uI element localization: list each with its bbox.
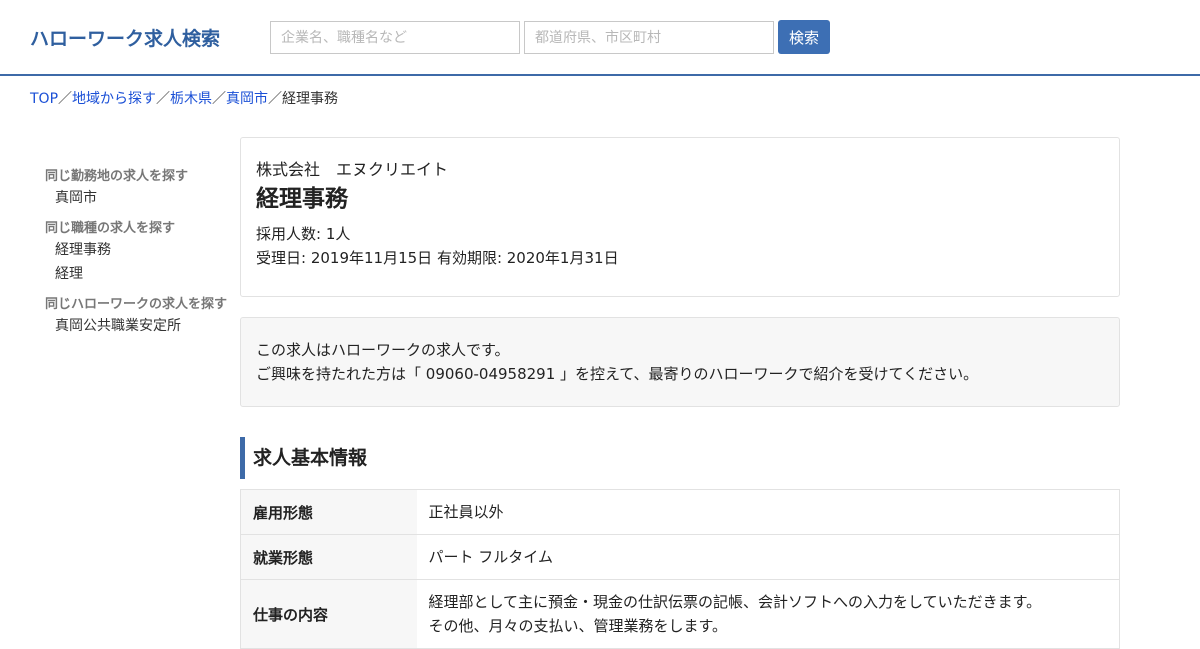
breadcrumb-link-region[interactable]: 地域から探す — [72, 91, 156, 107]
hires-count: 採用人数: 1人 — [256, 225, 351, 243]
table-row-value: パート フルタイム — [416, 534, 1120, 580]
job-description-line: 経理部として主に預金・現金の仕訳伝票の記帳、会計ソフトへの入力をしていただきます… — [428, 593, 1042, 611]
site-logo[interactable]: ハローワーク求人検索 — [30, 24, 220, 51]
sidebar-link-occupation[interactable]: 経理 — [45, 262, 235, 286]
hellowork-notice: この求人はハローワークの求人です。 ご興味を持たれた方は「 09060-0495… — [240, 317, 1120, 407]
breadcrumb: TOP／地域から探す／栃木県／真岡市／経理事務 — [30, 88, 338, 108]
breadcrumb-separator: ／ — [268, 91, 283, 107]
site-header: ハローワーク求人検索 検索 — [0, 0, 1200, 76]
basic-info-table: 雇用形態 正社員以外 就業形態 パート フルタイム 仕事の内容 経理部として主に… — [240, 489, 1120, 649]
notice-line: この求人はハローワークの求人です。 — [256, 341, 510, 359]
breadcrumb-current: 経理事務 — [282, 91, 339, 107]
sidebar-link-occupation[interactable]: 経理事務 — [45, 238, 235, 262]
keyword-search-input[interactable] — [270, 21, 520, 54]
sidebar-link-hellowork[interactable]: 真岡公共職業安定所 — [45, 314, 235, 338]
sidebar-heading-occupation: 同じ職種の求人を探す — [45, 221, 176, 236]
job-dates: 受理日: 2019年11月15日 有効期限: 2020年1月31日 — [256, 249, 619, 267]
breadcrumb-link-prefecture[interactable]: 栃木県 — [170, 91, 212, 107]
job-description-line: その他、月々の支払い、管理業務をします。 — [428, 617, 728, 635]
breadcrumb-link-city[interactable]: 真岡市 — [226, 91, 268, 107]
table-row-value: 経理部として主に預金・現金の仕訳伝票の記帳、会計ソフトへの入力をしていただきます… — [416, 579, 1120, 649]
sidebar-heading-hellowork: 同じハローワークの求人を探す — [45, 297, 228, 312]
sidebar: 同じ勤務地の求人を探す 真岡市 同じ職種の求人を探す 経理事務 経理 同じハロー… — [45, 168, 235, 338]
job-title: 経理事務 — [256, 186, 348, 212]
sidebar-heading-location: 同じ勤務地の求人を探す — [45, 169, 189, 184]
table-row-label: 雇用形態 — [240, 489, 417, 535]
table-row: 就業形態 パート フルタイム — [240, 534, 1120, 580]
table-row-label: 仕事の内容 — [240, 579, 417, 649]
breadcrumb-separator: ／ — [212, 91, 227, 107]
search-button[interactable]: 検索 — [778, 20, 830, 54]
breadcrumb-link-top[interactable]: TOP — [30, 91, 58, 107]
table-row: 仕事の内容 経理部として主に預金・現金の仕訳伝票の記帳、会計ソフトへの入力をして… — [240, 579, 1120, 649]
table-row-value: 正社員以外 — [416, 489, 1120, 535]
breadcrumb-separator: ／ — [58, 91, 73, 107]
location-search-input[interactable] — [524, 21, 774, 54]
job-summary-card: 株式会社 エヌクリエイト 経理事務 採用人数: 1人 受理日: 2019年11月… — [240, 137, 1120, 297]
breadcrumb-separator: ／ — [156, 91, 171, 107]
sidebar-link-location[interactable]: 真岡市 — [45, 186, 235, 210]
company-name: 株式会社 エヌクリエイト — [256, 160, 449, 179]
table-row: 雇用形態 正社員以外 — [240, 489, 1120, 535]
section-title-basic-info: 求人基本情報 — [240, 437, 1120, 479]
table-row-label: 就業形態 — [240, 534, 417, 580]
main-content: 株式会社 エヌクリエイト 経理事務 採用人数: 1人 受理日: 2019年11月… — [240, 137, 1120, 649]
notice-line: ご興味を持たれた方は「 09060-04958291 」を控えて、最寄りのハロー… — [256, 365, 979, 383]
